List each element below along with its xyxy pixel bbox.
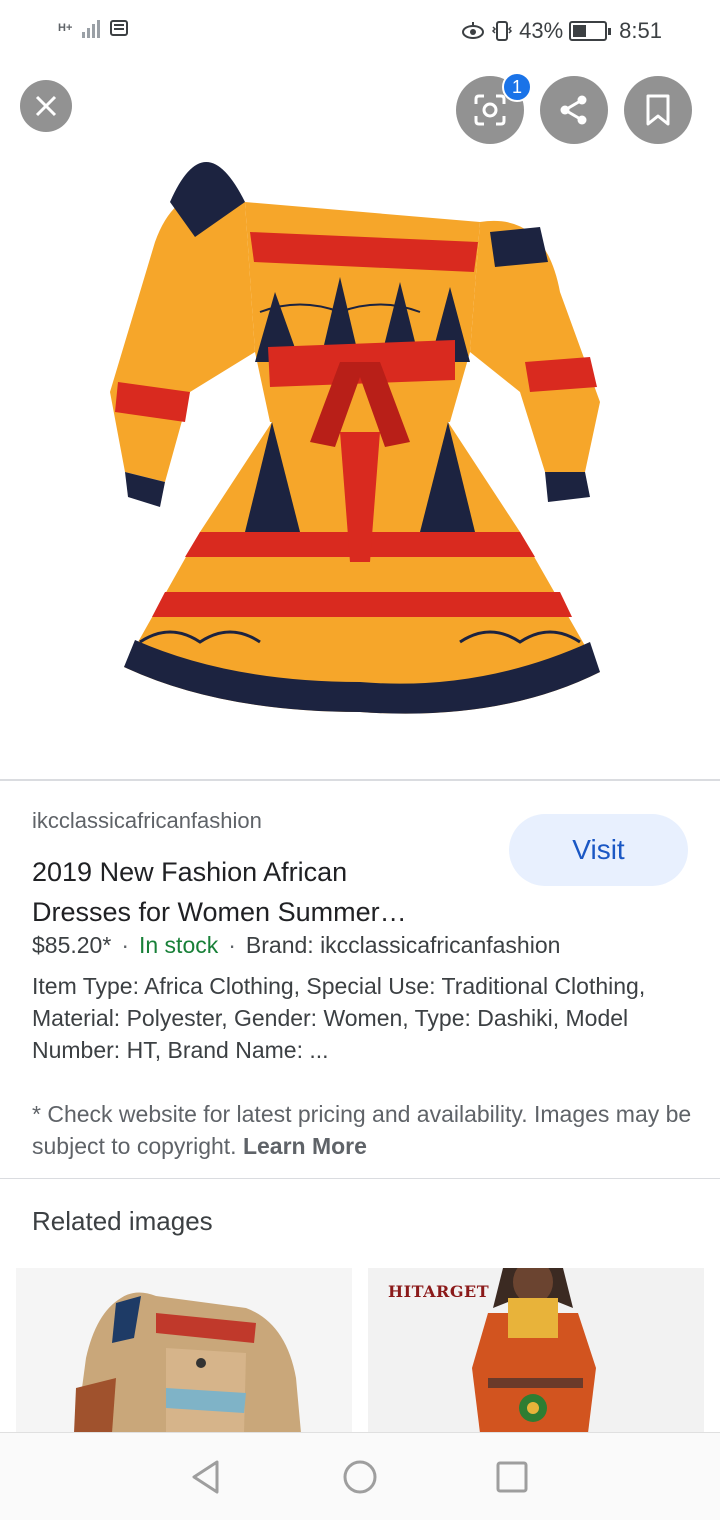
separator-dot: ·	[121, 932, 129, 958]
home-icon[interactable]	[342, 1459, 378, 1495]
close-icon	[35, 95, 57, 117]
battery-icon	[569, 21, 612, 41]
lens-count-badge: 1	[502, 72, 532, 102]
divider-top	[0, 779, 720, 781]
share-icon	[560, 95, 587, 125]
separator-dot: ·	[228, 932, 236, 958]
status-left: H+	[58, 18, 129, 38]
battery-percent: 43%	[519, 18, 564, 43]
clock: 8:51	[619, 18, 662, 43]
learn-more-link[interactable]: Learn More	[243, 1133, 367, 1159]
signal-icon	[82, 18, 101, 38]
related-image-1[interactable]	[16, 1268, 352, 1433]
product-title[interactable]: 2019 New Fashion African Dresses for Wom…	[32, 852, 452, 932]
notification-icon	[110, 20, 129, 36]
vibrate-icon	[492, 21, 513, 41]
divider-related	[0, 1178, 720, 1179]
bookmark-icon	[646, 94, 670, 126]
status-right: 43% 8:51	[461, 18, 662, 44]
recents-icon[interactable]	[495, 1460, 529, 1494]
lens-icon	[474, 94, 506, 126]
lens-button[interactable]: 1	[456, 72, 532, 144]
source-site[interactable]: ikcclassicafricanfashion	[32, 808, 262, 834]
brand: Brand: ikcclassicafricanfashion	[245, 932, 561, 958]
back-icon[interactable]	[189, 1459, 223, 1495]
price-line: $85.20* · In stock · Brand: ikcclassicafrica…	[32, 932, 560, 959]
battery-fill	[573, 25, 587, 37]
dress-image[interactable]	[0, 62, 720, 780]
stock-status: In stock	[138, 932, 219, 958]
disclaimer: * Check website for latest pricing and a…	[32, 1098, 692, 1162]
hitarget-watermark: HITARGET	[388, 1282, 490, 1301]
visit-button[interactable]: Visit	[509, 814, 688, 886]
share-button[interactable]	[540, 76, 608, 144]
product-description: Item Type: Africa Clothing, Special Use:…	[32, 973, 646, 1063]
related-dress-image	[16, 1268, 352, 1433]
price: $85.20*	[32, 932, 112, 958]
network-type-label: H+	[58, 22, 73, 34]
status-bar: H+ 43% 8:51	[0, 0, 720, 62]
product-image-area: 1	[0, 62, 720, 780]
eye-comfort-icon	[462, 22, 485, 39]
related-image-2[interactable]: HITARGET	[368, 1268, 704, 1433]
system-nav-bar	[0, 1432, 720, 1520]
bookmark-button[interactable]	[624, 76, 692, 144]
close-button[interactable]	[20, 80, 72, 132]
related-images-heading: Related images	[32, 1206, 213, 1236]
